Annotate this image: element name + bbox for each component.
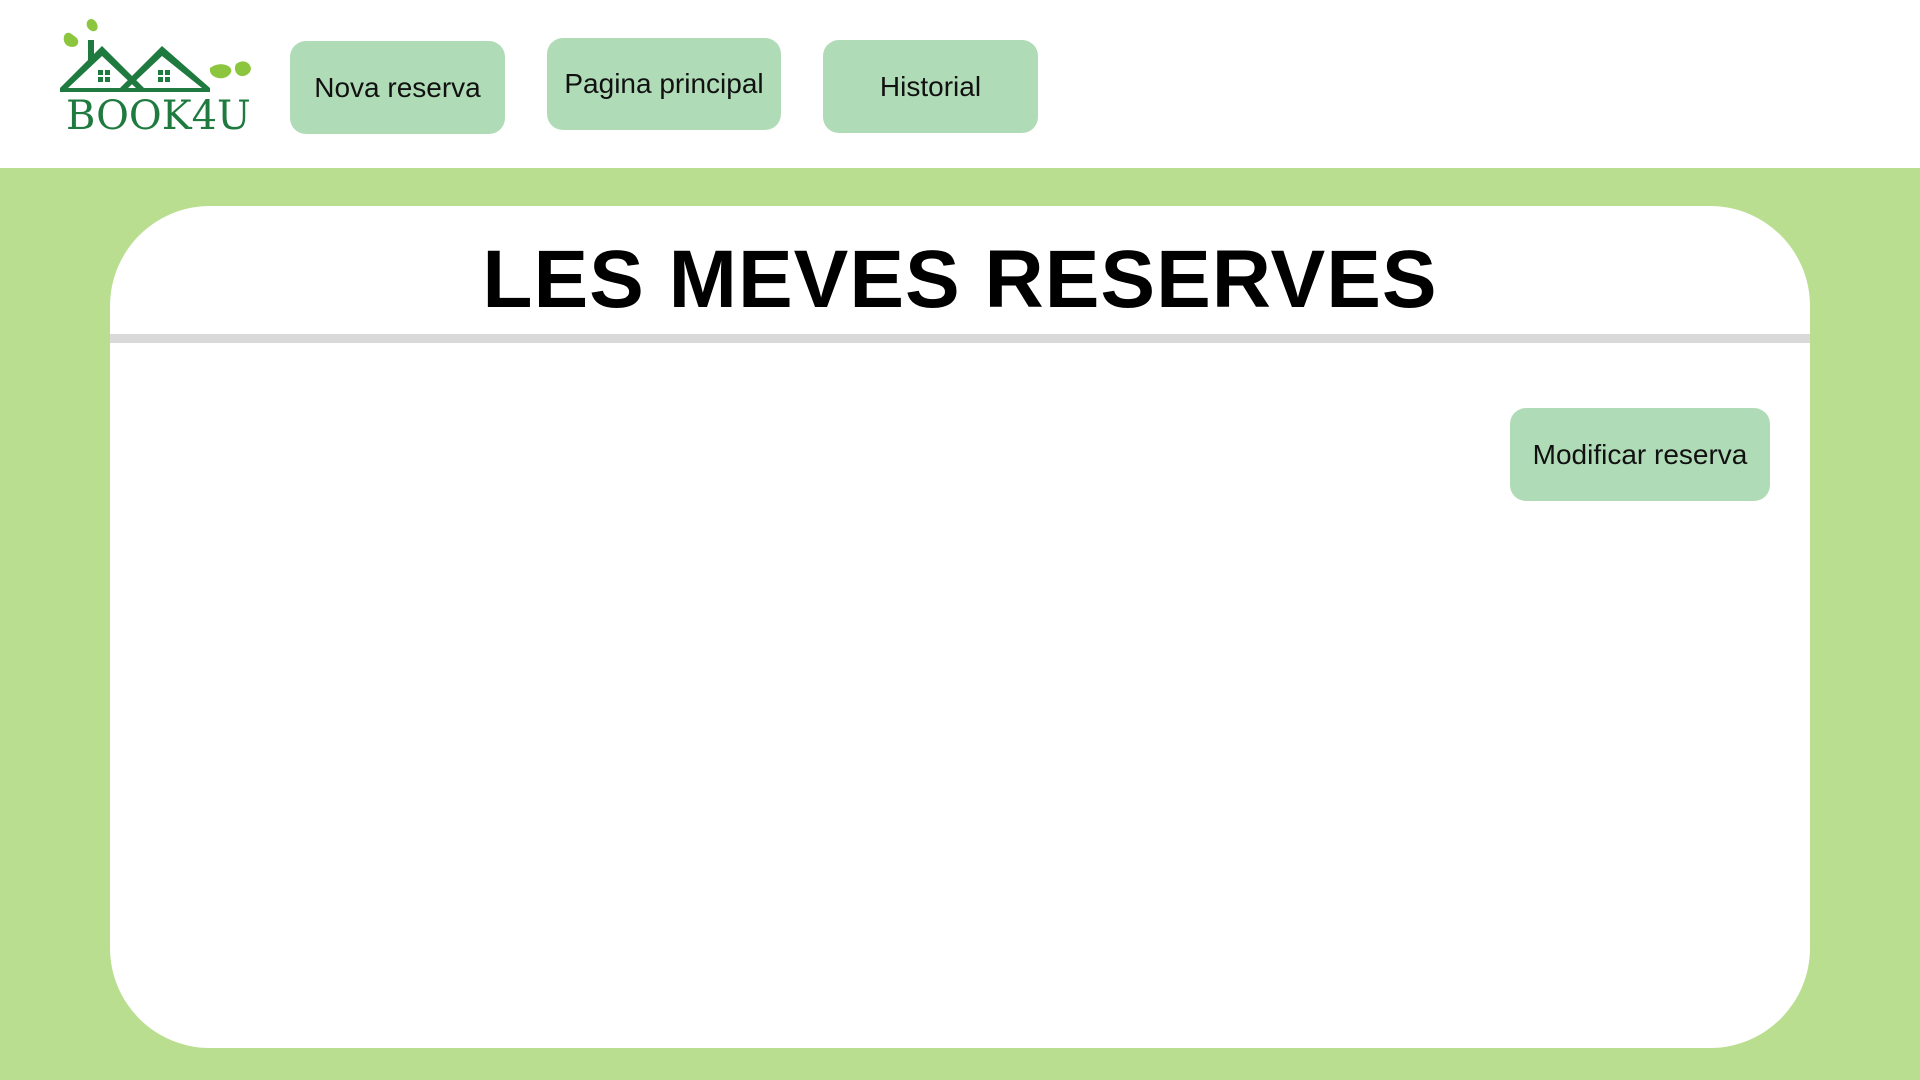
nova-reserva-button[interactable]: Nova reserva xyxy=(290,41,505,134)
page-title: LES MEVES RESERVES xyxy=(482,234,1438,325)
pagina-principal-button[interactable]: Pagina principal xyxy=(547,38,781,130)
house-roof-icon xyxy=(60,19,251,92)
book4u-logo[interactable]: BOOK4U xyxy=(60,16,256,138)
historial-button[interactable]: Historial xyxy=(823,40,1038,133)
top-header: BOOK4U Nova reserva Pagina principal His… xyxy=(0,0,1920,168)
brand-name: BOOK4U xyxy=(66,93,251,139)
modificar-reserva-button[interactable]: Modificar reserva xyxy=(1510,408,1770,501)
reservations-panel: LES MEVES RESERVES Modificar reserva xyxy=(110,206,1810,1048)
title-divider xyxy=(110,334,1810,343)
